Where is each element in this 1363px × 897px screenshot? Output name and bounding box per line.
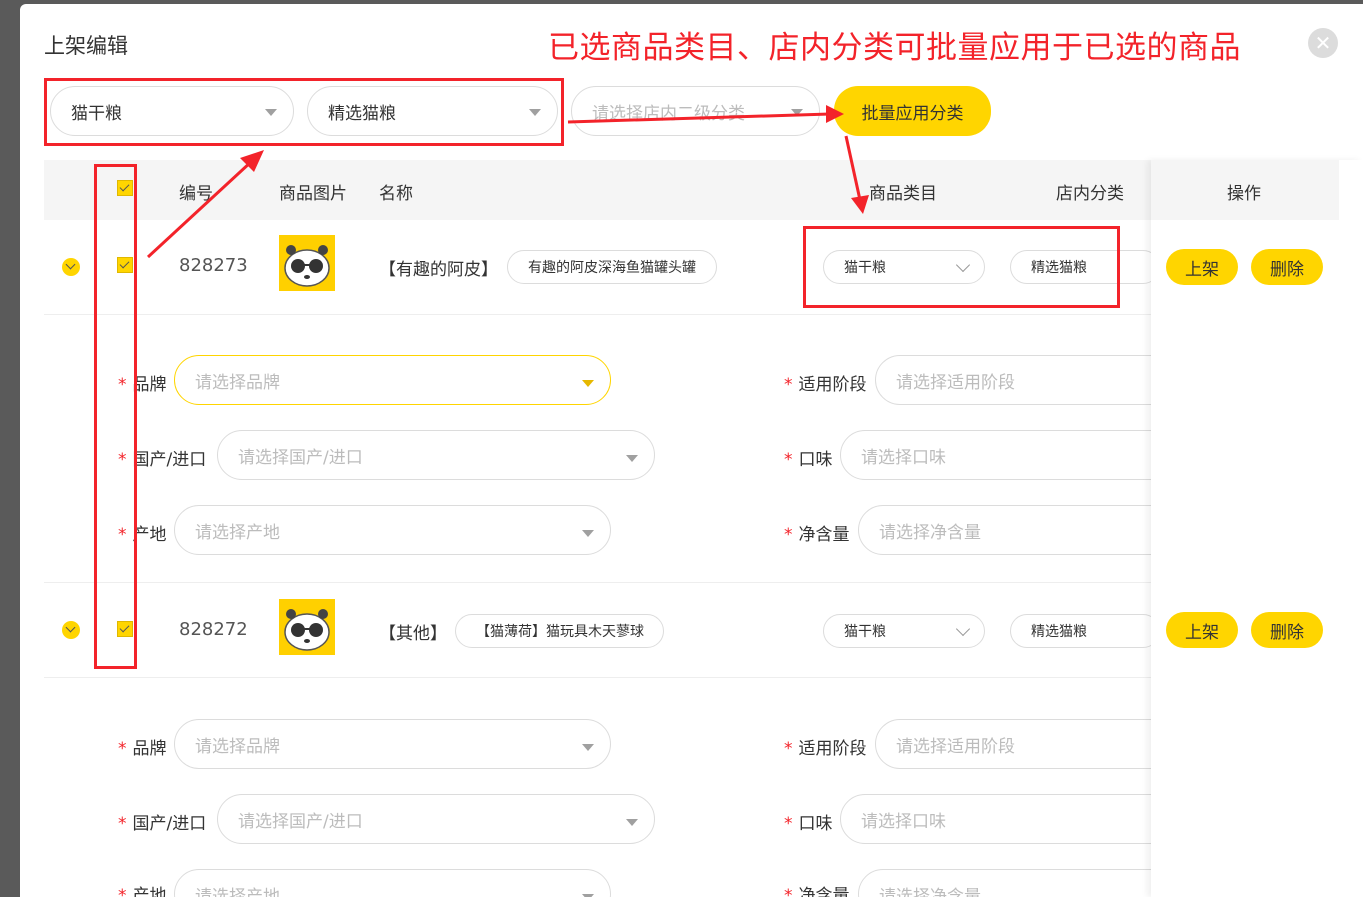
listing-edit-dialog: 上架编辑 已选商品类目、店内分类可批量应用于已选的商品 ✕ 猫干粮 精选猫粮 请… (20, 4, 1363, 897)
annotation-arrows (146, 105, 869, 259)
